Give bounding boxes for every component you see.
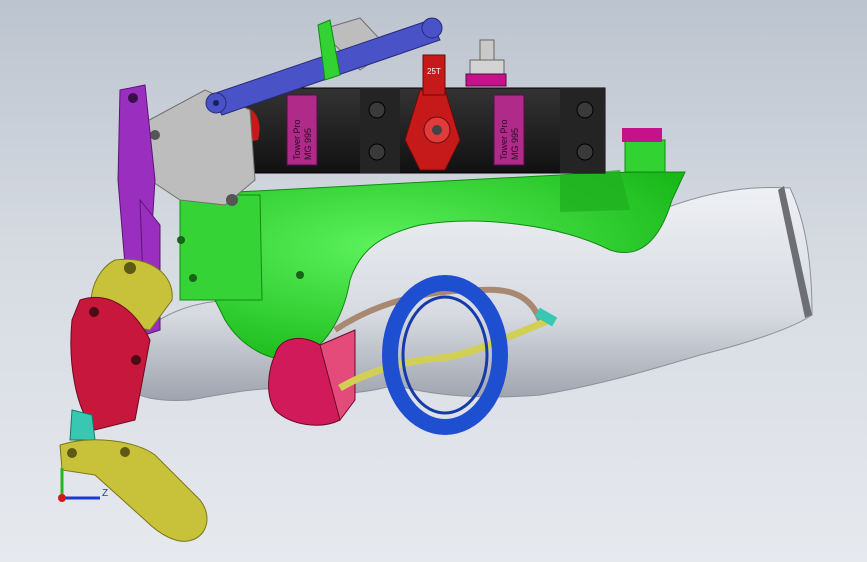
left-servo-model: MG 995: [303, 128, 313, 160]
finger-tip-yellow[interactable]: [59, 439, 208, 542]
servo-horn-center[interactable]: 25T: [404, 54, 461, 171]
servo-icon: Tower Pro MG 995: [286, 94, 318, 166]
thumb-cup[interactable]: [268, 329, 356, 426]
right-servo-brand: Tower Pro: [499, 119, 509, 160]
right-servo-model: MG 995: [510, 128, 520, 160]
horn-label: 25T: [427, 67, 441, 76]
cad-viewport[interactable]: Tower Pro MG 995 Tower Pro MG 995 25T Z: [0, 0, 867, 562]
magenta-block: [622, 128, 662, 142]
triad-z-label: Z: [102, 488, 108, 499]
left-servo-brand: Tower Pro: [292, 119, 302, 160]
power-switch[interactable]: [465, 39, 507, 87]
assembly-model[interactable]: Tower Pro MG 995 Tower Pro MG 995 25T Z: [0, 0, 867, 562]
servo-icon: Tower Pro MG 995: [493, 94, 525, 166]
